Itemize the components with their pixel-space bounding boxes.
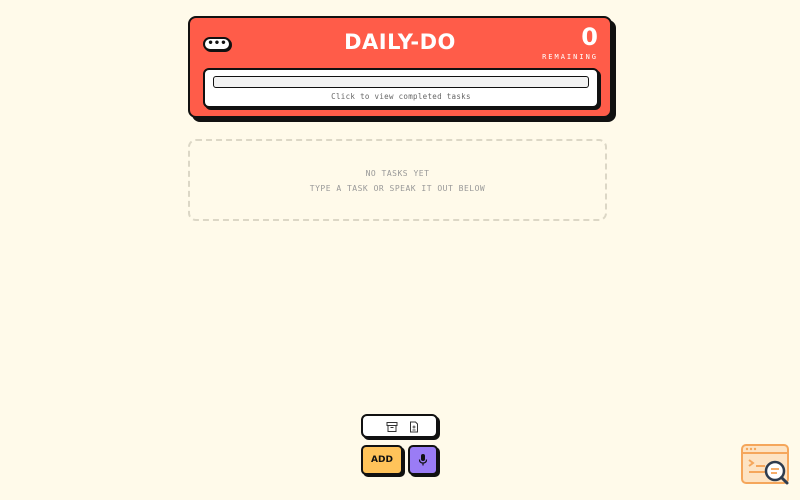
task-list-empty-state: NO TASKS YET TYPE A TASK OR SPEAK IT OUT… — [188, 139, 607, 221]
completed-tasks-toggle[interactable]: Click to view completed tasks — [203, 68, 599, 108]
empty-title: NO TASKS YET — [365, 169, 430, 178]
progress-bar — [213, 76, 589, 88]
mic-button[interactable] — [408, 445, 438, 475]
remaining-count: 0 — [581, 23, 598, 51]
tools-bar — [361, 414, 438, 438]
empty-subtitle: TYPE A TASK OR SPEAK IT OUT BELOW — [309, 184, 486, 193]
app-title: DAILY-DO — [344, 30, 456, 54]
progress-hint: Click to view completed tasks — [331, 92, 471, 101]
header-card: ••• DAILY-DO 0 REMAINING Click to view c… — [188, 16, 612, 118]
browser-search-widget[interactable] — [741, 444, 791, 486]
microphone-icon — [418, 454, 428, 466]
remaining-label: REMAINING — [542, 53, 598, 61]
document-icon[interactable] — [408, 421, 420, 433]
browser-search-icon — [741, 444, 789, 485]
archive-icon[interactable] — [386, 421, 398, 433]
add-button[interactable]: ADD — [361, 445, 403, 475]
